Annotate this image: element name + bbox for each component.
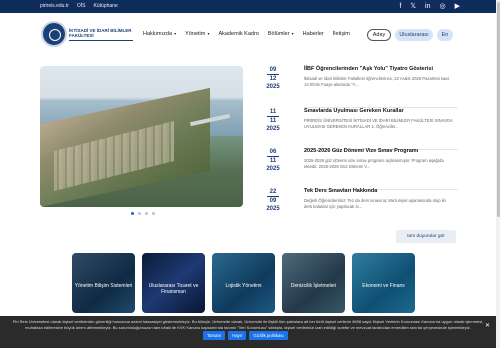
news-title[interactable]: Sınavlarda Uyulması Gereken Kurallar <box>304 108 454 115</box>
slider-dot[interactable] <box>152 212 155 215</box>
language-button[interactable]: En <box>437 29 453 41</box>
top-link-website[interactable]: pirireis.edu.tr <box>40 3 69 9</box>
slider-dot[interactable] <box>131 212 134 215</box>
slider-dots <box>131 212 155 215</box>
cookie-consent-banner: Piri Reis Üniversitesi olarak kişisel ve… <box>0 316 496 348</box>
x-icon[interactable]: 𝕏 <box>410 2 416 11</box>
news-title[interactable]: 2025-2026 Güz Dönemi Vize Sınav Programı <box>304 148 454 155</box>
university-seal-icon <box>41 21 67 47</box>
international-button[interactable]: Uluslararası <box>395 29 433 41</box>
slider-dot[interactable] <box>138 212 141 215</box>
chevron-down-icon: ▾ <box>173 31 177 36</box>
cookie-accept-button[interactable]: Tamam <box>203 331 226 340</box>
faculty-logo[interactable]: İKTİSADİ VE İDARİ BİLİMLER FAKÜLTESİ <box>41 21 133 47</box>
news-item[interactable]: 22 09 2025 Tek Ders Sınavları Hakkında Değ… <box>262 188 458 224</box>
page-scrollbar[interactable] <box>496 0 500 348</box>
nav-item-yonetim[interactable]: Yönetim ▾ <box>185 31 209 37</box>
chevron-down-icon: ▾ <box>290 31 294 36</box>
department-card-label: Lojistik Yönetimi <box>225 283 262 289</box>
department-card[interactable]: Lojistik Yönetimi <box>212 253 275 313</box>
logo-text: İKTİSADİ VE İDARİ BİLİMLER FAKÜLTESİ <box>69 28 133 41</box>
close-icon[interactable]: ✕ <box>485 322 490 329</box>
nav-item-bolumler[interactable]: Bölümler ▾ <box>268 31 294 37</box>
department-card-label: Ekonomi ve Finans <box>362 283 405 289</box>
department-card-label: Uluslararası Ticaret ve Finansman <box>148 283 199 295</box>
aday-button[interactable]: Aday <box>367 29 391 41</box>
top-link-library[interactable]: Kütüphane <box>94 3 118 9</box>
top-links: pirireis.edu.tr OİS Kütüphane <box>40 3 118 9</box>
main-nav: Hakkımızda ▾ Yönetim ▾ Akademik Kadro Bö… <box>143 31 350 37</box>
linkedin-icon[interactable]: in <box>425 2 430 11</box>
news-date: 22 09 2025 <box>266 189 280 212</box>
cookie-reject-button[interactable]: Hayır <box>228 331 247 340</box>
chevron-down-icon: ▾ <box>206 31 210 36</box>
news-item[interactable]: 09 12 2025 İİBF Öğrencilerinden "Aşk Yolu"… <box>262 66 458 108</box>
cookie-text: Piri Reis Üniversitesi olarak kişisel ve… <box>12 319 484 330</box>
facebook-icon[interactable]: f <box>399 2 401 11</box>
main-header: İKTİSADİ VE İDARİ BİLİMLER FAKÜLTESİ Hak… <box>0 13 500 59</box>
slider-dot[interactable] <box>145 212 148 215</box>
instagram-icon[interactable]: ◎ <box>440 2 446 11</box>
news-excerpt: Değerli Öğrencilerimiz; Tez da ders sına… <box>304 198 446 209</box>
news-excerpt: İktisadi ve İdari Bilimler Fakültesi öğr… <box>304 76 449 87</box>
scrollbar-thumb[interactable] <box>496 2 500 217</box>
nav-item-iletisim[interactable]: İletişim <box>333 31 350 37</box>
news-item[interactable]: 11 11 2025 Sınavlarda Uyulması Gereken Kur… <box>262 108 458 150</box>
news-date: 11 11 2025 <box>266 109 280 132</box>
privacy-policy-button[interactable]: Gizlilik politikası <box>249 331 288 340</box>
youtube-icon[interactable]: ▶ <box>455 2 460 11</box>
news-title[interactable]: Tek Ders Sınavları Hakkında <box>304 188 454 195</box>
nav-item-haberler[interactable]: Haberler <box>303 31 324 37</box>
top-bar: pirireis.edu.tr OİS Kütüphane f 𝕏 in ◎ ▶ <box>0 0 500 13</box>
news-item[interactable]: 06 11 2025 2025-2026 Güz Dönemi Vize Sınav… <box>262 148 458 190</box>
hero-slider-image[interactable] <box>40 66 243 207</box>
news-excerpt: PİRİREİS ÜNİVERSİTESİ İKTİSADİ VE İDARİ … <box>304 118 453 129</box>
department-card[interactable]: Uluslararası Ticaret ve Finansman <box>142 253 205 313</box>
social-links: f 𝕏 in ◎ ▶ <box>399 2 460 11</box>
department-card-label: Denizcilik İşletmeleri <box>290 283 337 289</box>
top-link-ois[interactable]: OİS <box>77 3 86 9</box>
nav-item-akademik-kadro[interactable]: Akademik Kadro <box>218 31 258 37</box>
news-title[interactable]: İİBF Öğrencilerinden "Aşk Yolu" Tiyatro … <box>304 66 454 73</box>
news-date: 09 12 2025 <box>266 67 280 90</box>
news-date: 06 11 2025 <box>266 149 280 172</box>
department-card[interactable]: Yönetim Bilişim Sistemleri <box>72 253 135 313</box>
nav-item-hakkimizda[interactable]: Hakkımızda ▾ <box>143 31 176 37</box>
all-news-button[interactable]: tüm duyurular gör <box>396 230 456 243</box>
news-excerpt: 2025-2026 güz dönemi vize sınav programı… <box>304 158 444 169</box>
department-card[interactable]: Denizcilik İşletmeleri <box>282 253 345 313</box>
department-card[interactable]: Ekonomi ve Finans <box>352 253 415 313</box>
department-card-label: Yönetim Bilişim Sistemleri <box>74 283 133 289</box>
